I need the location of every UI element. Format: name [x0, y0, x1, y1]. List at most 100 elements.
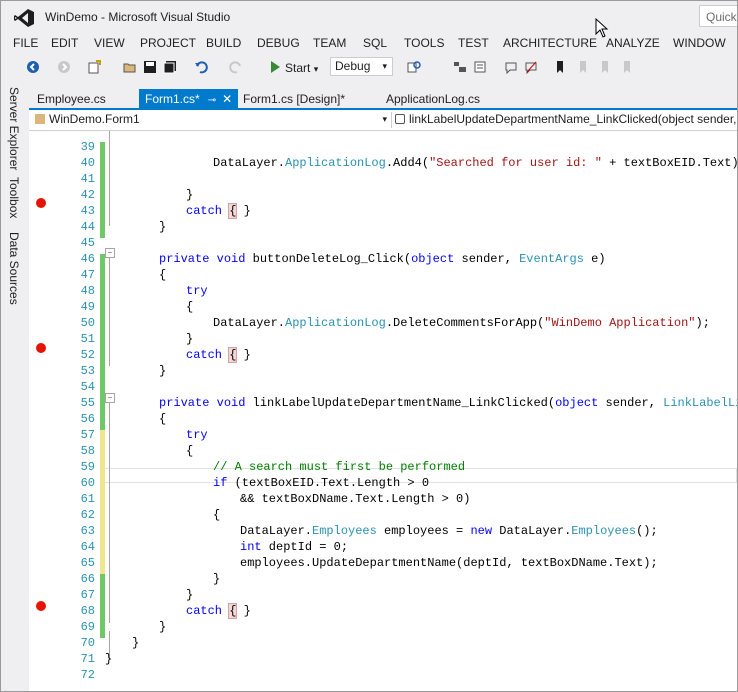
menu-architecture[interactable]: ARCHITECTURE [503, 36, 597, 50]
new-project-icon[interactable] [87, 60, 101, 74]
open-file-icon[interactable] [123, 60, 137, 74]
line-number: 51 [80, 332, 95, 346]
next-bookmark-icon[interactable] [598, 60, 612, 74]
line-number: 55 [80, 396, 95, 410]
tab-form1-design[interactable]: Form1.cs [Design]* [237, 89, 351, 109]
start-debugging-button[interactable]: Start ▾ [271, 59, 318, 77]
properties-icon[interactable] [473, 60, 487, 74]
code-line: private void linkLabelUpdateDepartmentNa… [159, 396, 737, 410]
menu-project[interactable]: PROJECT [140, 36, 196, 50]
toolbox-tab[interactable]: Toolbox [7, 177, 21, 218]
start-label: Start [285, 61, 311, 75]
visual-studio-window: WinDemo - Microsoft Visual Studio Quick … [0, 0, 738, 692]
menu-edit[interactable]: EDIT [51, 36, 78, 50]
code-line: if (textBoxEID.Text.Length > 0 [213, 476, 430, 490]
breakpoint-icon[interactable] [36, 343, 46, 353]
code-line: int deptId = 0; [240, 540, 349, 554]
code-line: } [186, 588, 194, 602]
menu-debug[interactable]: DEBUG [257, 36, 300, 50]
uncomment-icon[interactable] [524, 60, 538, 74]
code-line: { [159, 268, 167, 282]
solution-explorer-icon[interactable] [453, 60, 467, 74]
menu-tools[interactable]: TOOLS [404, 36, 444, 50]
find-in-files-icon[interactable] [407, 60, 421, 74]
line-number: 50 [80, 316, 95, 330]
menu-team[interactable]: TEAM [313, 36, 346, 50]
code-line: try [186, 284, 208, 298]
code-line: try [186, 428, 208, 442]
code-line: catch { } [186, 603, 251, 619]
line-number: 39 [80, 140, 95, 154]
method-icon [395, 114, 405, 124]
tab-form1-cs[interactable]: Form1.cs* ⊸ ✕ [139, 89, 239, 109]
navbar-divider [391, 112, 392, 128]
quick-launch-input[interactable]: Quick [699, 5, 737, 27]
menu-window[interactable]: WINDOW [673, 36, 726, 50]
server-explorer-tab[interactable]: Server Explorer [7, 87, 21, 170]
breakpoint-icon[interactable] [36, 198, 46, 208]
close-icon[interactable]: ✕ [222, 89, 232, 109]
menu-sql[interactable]: SQL [363, 36, 387, 50]
play-icon [271, 61, 280, 73]
line-number: 44 [80, 220, 95, 234]
menu-file[interactable]: FILE [13, 36, 38, 50]
tab-applicationlog-cs[interactable]: ApplicationLog.cs [380, 89, 486, 109]
code-line: { [213, 508, 221, 522]
class-dropdown[interactable]: WinDemo.Form1 ▾ [31, 110, 391, 129]
code-line: { [159, 412, 167, 426]
line-number: 40 [80, 156, 95, 170]
line-number: 56 [80, 412, 95, 426]
line-number: 57 [80, 428, 95, 442]
line-number: 69 [80, 620, 95, 634]
line-number: 41 [80, 172, 95, 186]
line-number: 49 [80, 300, 95, 314]
line-number: 52 [80, 348, 95, 362]
code-line: DataLayer.ApplicationLog.Add4("Searched … [213, 156, 737, 170]
solution-configuration-dropdown[interactable]: Debug ▾ [330, 57, 393, 76]
save-icon[interactable] [143, 60, 157, 74]
clear-bookmarks-icon[interactable] [620, 60, 634, 74]
save-all-icon[interactable] [163, 60, 177, 74]
line-number: 60 [80, 476, 95, 490]
menu-build[interactable]: BUILD [206, 36, 241, 50]
menu-analyze[interactable]: ANALYZE [606, 36, 660, 50]
navigate-forward-icon[interactable] [57, 60, 71, 74]
bookmark-icon[interactable] [553, 60, 567, 74]
menu-bar: FILE EDIT VIEW PROJECT BUILD DEBUG TEAM … [1, 34, 737, 54]
redo-icon[interactable] [229, 60, 243, 74]
code-editor[interactable]: − − 39 40 41 42 43 44 45 46 47 48 49 50 … [29, 131, 737, 691]
code-line: DataLayer.ApplicationLog.DeleteCommentsF… [213, 316, 710, 330]
visual-studio-logo-icon [14, 9, 34, 27]
title-bar: WinDemo - Microsoft Visual Studio Quick [1, 1, 737, 34]
menu-test[interactable]: TEST [458, 36, 489, 50]
code-line: { [186, 300, 194, 314]
line-number: 58 [80, 444, 95, 458]
class-icon [35, 114, 45, 124]
line-number: 65 [80, 556, 95, 570]
previous-bookmark-icon[interactable] [576, 60, 590, 74]
code-navigation-bar: WinDemo.Form1 ▾ linkLabelUpdateDepartmen… [29, 110, 737, 131]
navigate-back-icon[interactable] [26, 60, 40, 74]
tab-employee-cs[interactable]: Employee.cs [31, 89, 112, 109]
line-number: 54 [80, 380, 95, 394]
line-number: 43 [80, 204, 95, 218]
member-dropdown[interactable]: linkLabelUpdateDepartmentName_LinkClicke… [395, 110, 737, 129]
line-number: 48 [80, 284, 95, 298]
mouse-cursor-icon [595, 18, 609, 38]
undo-icon[interactable] [194, 60, 208, 74]
code-line: } [105, 652, 113, 666]
line-number: 68 [80, 604, 95, 618]
code-line: } [132, 636, 140, 650]
line-number: 47 [80, 268, 95, 282]
breakpoint-icon[interactable] [36, 601, 46, 611]
code-line: // A search must first be performed [213, 460, 466, 474]
menu-view[interactable]: VIEW [94, 36, 125, 50]
line-number: 42 [80, 188, 95, 202]
line-number: 64 [80, 540, 95, 554]
data-sources-tab[interactable]: Data Sources [7, 232, 21, 305]
comment-out-icon[interactable] [504, 60, 518, 74]
window-title: WinDemo - Microsoft Visual Studio [45, 10, 231, 24]
line-number: 45 [80, 236, 95, 250]
line-number: 63 [80, 524, 95, 538]
line-number: 67 [80, 588, 95, 602]
